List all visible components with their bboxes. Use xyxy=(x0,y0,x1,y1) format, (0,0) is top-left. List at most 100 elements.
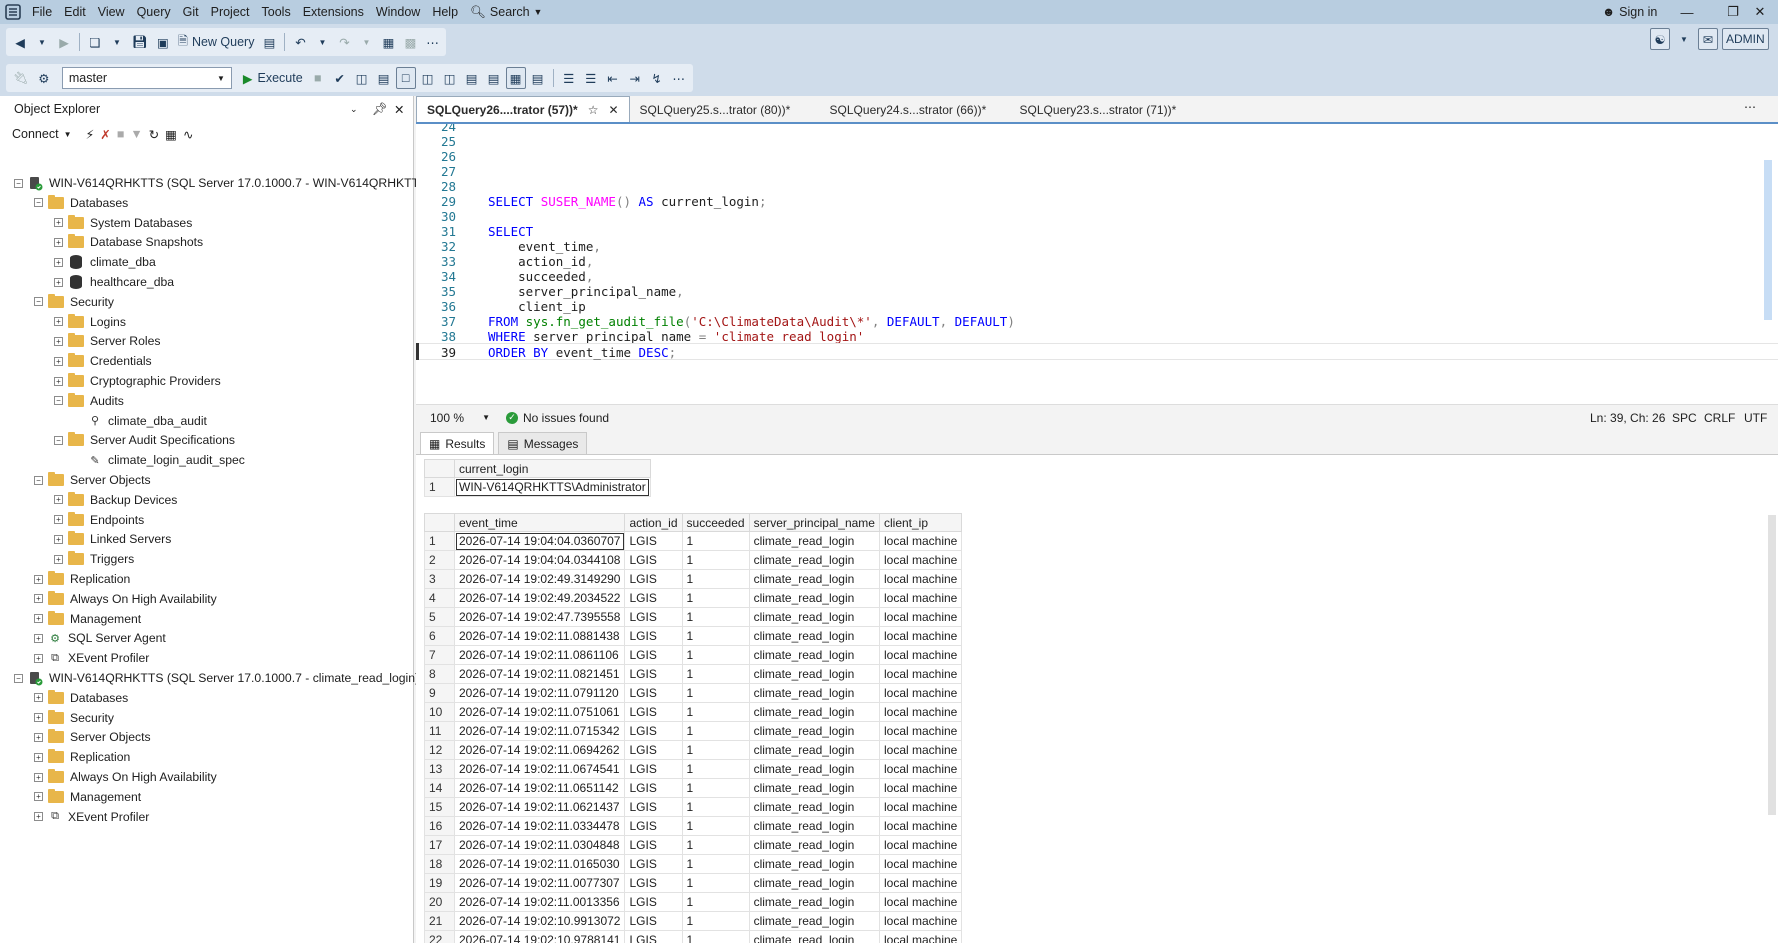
table-cell[interactable]: 2026-07-14 19:02:10.9788141 xyxy=(453,930,626,943)
code-line[interactable]: 39 ORDER BY event_time DESC; xyxy=(416,343,1778,360)
table-cell[interactable]: LGIS xyxy=(624,816,683,836)
collapse-icon[interactable]: − xyxy=(14,178,23,188)
row-number[interactable]: 11 xyxy=(424,721,455,741)
table-cell[interactable]: 1 xyxy=(681,588,750,608)
save-all-icon[interactable]: ▣ xyxy=(153,31,173,53)
table-row[interactable]: 13 2026-07-14 19:02:11.0674541 LGIS 1 climat… xyxy=(424,759,963,779)
table-cell[interactable]: climate_read_login xyxy=(748,645,880,665)
expand-icon[interactable]: + xyxy=(54,495,63,505)
zoom-select[interactable]: 100 % ▼ xyxy=(426,408,494,428)
table-cell[interactable]: local machine xyxy=(878,892,963,912)
table-cell[interactable]: 2026-07-14 19:02:11.0674541 xyxy=(453,759,626,779)
table-cell[interactable]: LGIS xyxy=(624,911,683,931)
tree-node[interactable]: + Always On High Availability xyxy=(0,768,217,786)
spacing-indicator[interactable]: SPC xyxy=(1672,411,1697,425)
database-select[interactable]: master ▼ xyxy=(61,67,232,89)
save-icon[interactable]: 💾︎ xyxy=(129,31,151,53)
expand-icon[interactable]: + xyxy=(54,356,63,366)
table-cell[interactable]: LGIS xyxy=(624,930,683,943)
undo-icon[interactable]: ↶ xyxy=(290,31,310,53)
table-cell[interactable]: local machine xyxy=(878,683,963,703)
row-number[interactable]: 10 xyxy=(424,702,455,722)
table-cell[interactable]: local machine xyxy=(878,816,963,836)
table-row[interactable]: 22 2026-07-14 19:02:10.9788141 LGIS 1 climat… xyxy=(424,930,963,943)
tree-node[interactable]: + Replication xyxy=(0,748,130,766)
table-cell[interactable]: 1 xyxy=(681,683,750,703)
table-cell[interactable]: WIN-V614QRHKTTS\Administrator xyxy=(454,477,651,497)
table-cell[interactable]: LGIS xyxy=(624,892,683,912)
pin-tab-icon[interactable]: ☆ xyxy=(588,103,599,117)
tree-node[interactable]: + climate_dba xyxy=(0,253,156,271)
tree-node[interactable]: + Management xyxy=(0,610,141,628)
specify-values-icon[interactable]: ↯ xyxy=(647,67,667,89)
table-row[interactable]: 2 2026-07-14 19:04:04.0344108 LGIS 1 climate… xyxy=(424,550,963,570)
tree-node[interactable]: + Server Objects xyxy=(0,728,151,746)
uncomment-icon[interactable]: ☰ xyxy=(581,67,601,89)
table-cell[interactable]: local machine xyxy=(878,873,963,893)
table-cell[interactable]: LGIS xyxy=(624,645,683,665)
more-icon[interactable]: ⋯ xyxy=(422,31,442,53)
expand-icon[interactable]: + xyxy=(34,732,43,742)
stop-icon[interactable]: ■ xyxy=(308,67,328,89)
table-cell[interactable]: climate_read_login xyxy=(748,664,880,684)
table-cell[interactable]: 1 xyxy=(681,550,750,570)
new-item-icon[interactable]: ❏ xyxy=(85,31,105,53)
table-cell[interactable]: 1 xyxy=(681,569,750,589)
table-cell[interactable]: LGIS xyxy=(624,797,683,817)
tree-node[interactable]: + Cryptographic Providers xyxy=(0,372,221,390)
tree-node[interactable]: − Server Objects xyxy=(0,471,151,489)
back-icon[interactable]: ◀ xyxy=(10,31,30,53)
column-header[interactable]: succeeded xyxy=(681,513,750,532)
table-cell[interactable]: 1 xyxy=(681,759,750,779)
row-number[interactable]: 2 xyxy=(424,550,455,570)
table-cell[interactable]: climate_read_login xyxy=(748,569,880,589)
table-cell[interactable]: local machine xyxy=(878,721,963,741)
menu-project[interactable]: Project xyxy=(205,0,256,24)
results-scrollbar[interactable] xyxy=(1768,515,1776,815)
chevron-down-icon[interactable]: ▼ xyxy=(356,31,376,53)
table-cell[interactable]: climate_read_login xyxy=(748,816,880,836)
connect-plug-icon[interactable]: ⚡ xyxy=(85,127,94,142)
table-row[interactable]: 10 2026-07-14 19:02:11.0751061 LGIS 1 climat… xyxy=(424,702,963,722)
table-cell[interactable]: 2026-07-14 19:02:11.0165030 xyxy=(453,854,626,874)
tree-node[interactable]: − Databases xyxy=(0,194,128,212)
table-row[interactable]: 18 2026-07-14 19:02:11.0165030 LGIS 1 climat… xyxy=(424,854,963,874)
table-cell[interactable]: local machine xyxy=(878,930,963,943)
row-number[interactable]: 16 xyxy=(424,816,455,836)
tree-node[interactable]: + Management xyxy=(0,788,141,806)
expand-icon[interactable]: + xyxy=(34,633,43,643)
table-cell[interactable]: LGIS xyxy=(624,626,683,646)
new-query-button[interactable]: 🗎︎ New Query xyxy=(175,31,258,53)
parse-checkmark-icon[interactable]: ✔ xyxy=(330,67,350,89)
menu-view[interactable]: View xyxy=(92,0,131,24)
sign-in-button[interactable]: ☻ Sign in xyxy=(1602,0,1657,24)
table-cell[interactable]: local machine xyxy=(878,664,963,684)
expand-icon[interactable]: + xyxy=(34,772,43,782)
properties-icon[interactable]: ▩ xyxy=(400,31,420,53)
tree-node[interactable]: + ⚙ SQL Server Agent xyxy=(0,629,166,647)
table-cell[interactable]: LGIS xyxy=(624,531,683,551)
client-stats-icon[interactable]: ▤ xyxy=(462,67,482,89)
row-number[interactable]: 14 xyxy=(424,778,455,798)
table-row[interactable]: 9 2026-07-14 19:02:11.0791120 LGIS 1 climate… xyxy=(424,683,963,703)
expand-icon[interactable]: + xyxy=(54,257,63,267)
expand-icon[interactable]: + xyxy=(34,574,43,584)
tree-node[interactable]: − WIN-V614QRHKTTS (SQL Server 17.0.1000.7… xyxy=(0,174,445,192)
tree-node[interactable]: − Server Audit Specifications xyxy=(0,431,235,449)
query-designer-icon[interactable]: ▤ xyxy=(374,67,394,89)
connect-icon[interactable]: 🔌︎ xyxy=(10,67,32,89)
tab-messages[interactable]: ▤ Messages xyxy=(498,432,588,454)
table-cell[interactable]: 2026-07-14 19:02:11.0715342 xyxy=(453,721,626,741)
table-cell[interactable]: 2026-07-14 19:02:47.7395558 xyxy=(453,607,626,627)
row-number[interactable]: 7 xyxy=(424,645,455,665)
table-cell[interactable]: 1 xyxy=(681,778,750,798)
table-cell[interactable]: 1 xyxy=(681,911,750,931)
table-cell[interactable]: 2026-07-14 19:02:11.0881438 xyxy=(453,626,626,646)
tree-node[interactable]: + System Databases xyxy=(0,214,192,232)
expand-icon[interactable]: + xyxy=(34,614,43,624)
tab-query-0[interactable]: SQLQuery26....trator (57))* ☆ ✕ xyxy=(416,96,630,122)
table-cell[interactable]: 1 xyxy=(681,531,750,551)
table-row[interactable]: 14 2026-07-14 19:02:11.0651142 LGIS 1 climat… xyxy=(424,778,963,798)
connect-button[interactable]: Connect ▼ xyxy=(12,127,71,141)
table-cell[interactable]: 2026-07-14 19:02:11.0821451 xyxy=(453,664,626,684)
